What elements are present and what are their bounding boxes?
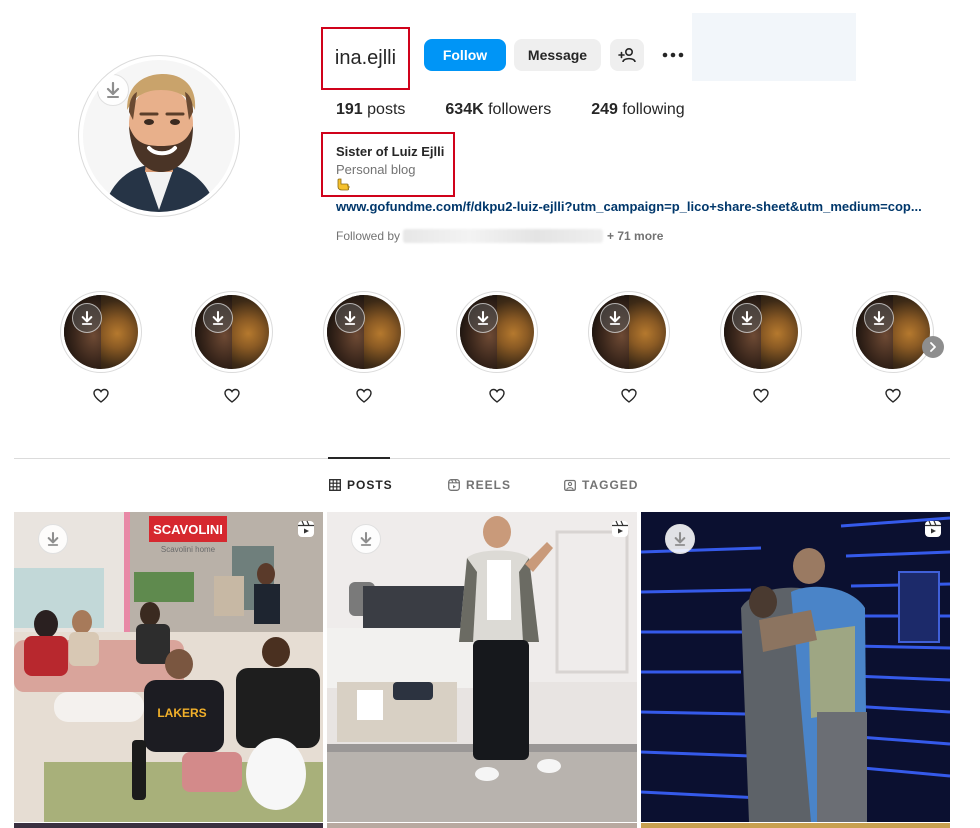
message-button[interactable]: Message xyxy=(514,39,601,71)
followers-label: followers xyxy=(488,101,552,118)
highlight-ring xyxy=(588,291,670,373)
pointing-hand-emoji-icon xyxy=(337,178,350,191)
heart-icon xyxy=(621,388,637,403)
grid-icon xyxy=(329,479,341,491)
tab-posts[interactable]: POSTS xyxy=(329,478,393,492)
highlight-ring xyxy=(456,291,538,373)
heart-icon xyxy=(489,388,505,403)
highlight-ring xyxy=(60,291,142,373)
tab-reels[interactable]: REELS xyxy=(448,478,511,492)
scene-brand-subtext: Scavolini home xyxy=(161,545,216,554)
reel-icon xyxy=(925,520,941,537)
tagged-icon xyxy=(564,479,576,491)
download-icon[interactable] xyxy=(665,524,695,554)
reel-icon xyxy=(298,520,314,537)
more-horizontal-icon xyxy=(662,52,684,58)
bio-name: Sister of Luiz Ejlli xyxy=(336,144,445,159)
post-thumbnail[interactable] xyxy=(327,823,637,828)
add-user-button[interactable] xyxy=(610,39,644,71)
heart-icon xyxy=(93,388,109,403)
followers-stat[interactable]: 634K followers xyxy=(445,101,551,119)
highlight-cover xyxy=(724,295,798,369)
shirt-text: LAKERS xyxy=(157,706,206,720)
highlight-cover xyxy=(592,295,666,369)
scene-brand-text: SCAVOLINI xyxy=(153,522,223,537)
reel-icon xyxy=(612,520,628,537)
posts-count: 191 xyxy=(336,101,363,118)
highlight-ring xyxy=(191,291,273,373)
story-highlight[interactable] xyxy=(852,291,934,403)
story-highlight[interactable] xyxy=(60,291,142,403)
active-tab-indicator xyxy=(328,457,390,459)
blurred-region xyxy=(692,13,856,81)
post-thumbnail[interactable] xyxy=(641,823,950,828)
download-icon[interactable] xyxy=(97,74,129,106)
posts-label: posts xyxy=(367,101,406,118)
highlights-next-button[interactable] xyxy=(922,336,944,358)
highlight-ring xyxy=(323,291,405,373)
chevron-right-icon xyxy=(930,342,936,352)
download-icon[interactable] xyxy=(335,303,365,333)
heart-icon xyxy=(753,388,769,403)
highlight-ring xyxy=(852,291,934,373)
download-icon[interactable] xyxy=(203,303,233,333)
tab-tagged-label: TAGGED xyxy=(582,478,639,492)
story-highlight[interactable] xyxy=(456,291,538,403)
post-thumbnail[interactable] xyxy=(327,512,637,822)
reels-icon xyxy=(448,479,460,491)
username: ina.ejlli xyxy=(334,47,397,69)
story-highlight[interactable] xyxy=(191,291,273,403)
highlight-cover xyxy=(64,295,138,369)
heart-icon xyxy=(885,388,901,403)
story-highlight[interactable] xyxy=(720,291,802,403)
story-highlight[interactable] xyxy=(323,291,405,403)
post-image: SCAVOLINI Scavolini home LAKERS xyxy=(14,512,323,822)
profile-avatar[interactable] xyxy=(78,55,240,217)
more-options-button[interactable] xyxy=(656,39,690,71)
story-highlight[interactable] xyxy=(588,291,670,403)
download-icon[interactable] xyxy=(732,303,762,333)
avatar-image xyxy=(83,60,235,212)
post-thumbnail[interactable] xyxy=(14,823,323,828)
username-highlight-box: ina.ejlli xyxy=(321,27,410,90)
heart-icon xyxy=(356,388,372,403)
tab-posts-label: POSTS xyxy=(347,478,393,492)
followers-count: 634K xyxy=(445,101,484,118)
profile-stats: 191 posts 634K followers 249 following xyxy=(336,101,725,119)
following-label: following xyxy=(622,101,685,118)
highlight-cover xyxy=(460,295,534,369)
highlight-ring xyxy=(720,291,802,373)
heart-icon xyxy=(224,388,240,403)
add-person-icon xyxy=(618,47,636,63)
posts-stat[interactable]: 191 posts xyxy=(336,101,405,119)
tab-reels-label: REELS xyxy=(466,478,512,492)
following-stat[interactable]: 249 following xyxy=(591,101,684,119)
download-icon[interactable] xyxy=(468,303,498,333)
highlight-cover xyxy=(195,295,269,369)
download-icon[interactable] xyxy=(864,303,894,333)
bio-category: Personal blog xyxy=(336,162,416,177)
followed-by-more: + 71 more xyxy=(607,229,664,243)
download-icon[interactable] xyxy=(600,303,630,333)
highlight-cover xyxy=(327,295,401,369)
blurred-usernames xyxy=(403,229,604,243)
post-image xyxy=(641,512,950,822)
followed-by-prefix: Followed by xyxy=(336,229,401,243)
bio-link[interactable]: www.gofundme.com/f/dkpu2-luiz-ejlli?utm_… xyxy=(336,199,950,214)
download-icon[interactable] xyxy=(72,303,102,333)
tabs-divider xyxy=(14,458,950,459)
followed-by[interactable]: Followed by + 71 more xyxy=(336,229,663,243)
post-thumbnail[interactable]: SCAVOLINI Scavolini home LAKERS xyxy=(14,512,323,822)
follow-button[interactable]: Follow xyxy=(424,39,506,71)
tab-tagged[interactable]: TAGGED xyxy=(564,478,638,492)
post-image xyxy=(327,512,637,822)
post-thumbnail[interactable] xyxy=(641,512,950,822)
highlight-cover xyxy=(856,295,930,369)
download-icon[interactable] xyxy=(351,524,381,554)
following-count: 249 xyxy=(591,101,618,118)
download-icon[interactable] xyxy=(38,524,68,554)
